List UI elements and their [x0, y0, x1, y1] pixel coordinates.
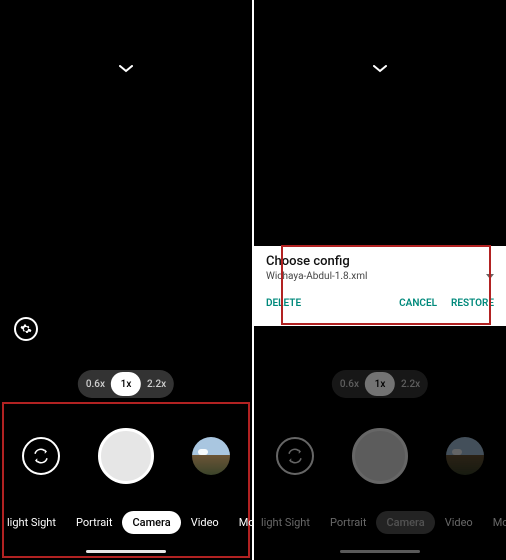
switch-camera-icon [286, 447, 304, 465]
delete-button[interactable]: DELETE [266, 298, 301, 309]
config-filename: Wichaya-Abdul-1.8.xml [266, 271, 367, 282]
zoom-option-0[interactable]: 0.6x [80, 372, 111, 396]
zoom-option-1[interactable]: 1x [111, 372, 141, 396]
nav-pill[interactable] [86, 550, 166, 553]
zoom-option-0[interactable]: 0.6x [334, 372, 365, 396]
mode-camera[interactable]: Camera [376, 511, 434, 534]
nav-pill[interactable] [340, 550, 420, 553]
bottom-controls: light Sight Portrait Camera Video More [0, 400, 252, 560]
settings-button[interactable] [14, 317, 38, 341]
switch-camera-button[interactable] [22, 437, 60, 475]
cancel-button[interactable]: CANCEL [399, 298, 437, 309]
zoom-option-2[interactable]: 2.2x [395, 372, 426, 396]
phone-left: 0.6x 1x 2.2x light Sight Portrait Camera… [0, 0, 252, 560]
switch-camera-icon [32, 447, 50, 465]
config-dropdown[interactable]: Wichaya-Abdul-1.8.xml [266, 271, 494, 282]
gallery-thumbnail[interactable] [192, 437, 230, 475]
mode-portrait[interactable]: Portrait [320, 511, 377, 534]
phone-right: Choose config Wichaya-Abdul-1.8.xml DELE… [254, 0, 506, 560]
mode-video[interactable]: Video [181, 511, 229, 534]
mode-night-sight[interactable]: light Sight [0, 511, 66, 534]
mode-video[interactable]: Video [435, 511, 483, 534]
restore-button[interactable]: RESTORE [451, 298, 494, 309]
mode-night-sight[interactable]: light Sight [251, 511, 320, 534]
zoom-selector[interactable]: 0.6x 1x 2.2x [78, 370, 174, 398]
shutter-button[interactable] [98, 428, 154, 484]
zoom-selector[interactable]: 0.6x 1x 2.2x [332, 370, 428, 398]
config-dialog: Choose config Wichaya-Abdul-1.8.xml DELE… [254, 246, 506, 326]
zoom-option-2[interactable]: 2.2x [141, 372, 172, 396]
zoom-option-1[interactable]: 1x [365, 372, 395, 396]
mode-more[interactable]: More [483, 511, 506, 534]
chevron-down-icon[interactable] [119, 63, 133, 75]
switch-camera-button[interactable] [276, 437, 314, 475]
gallery-thumbnail[interactable] [446, 437, 484, 475]
mode-portrait[interactable]: Portrait [66, 511, 123, 534]
shutter-row [0, 428, 252, 484]
shutter-row [254, 428, 506, 484]
mode-row[interactable]: light Sight Portrait Camera Video More [0, 511, 252, 534]
chevron-down-icon[interactable] [373, 63, 387, 75]
dialog-title: Choose config [266, 254, 494, 269]
shutter-button[interactable] [352, 428, 408, 484]
gear-icon [20, 323, 32, 335]
mode-row[interactable]: light Sight Portrait Camera Video More [254, 511, 506, 534]
bottom-controls: light Sight Portrait Camera Video More [254, 400, 506, 560]
dialog-actions: DELETE CANCEL RESTORE [266, 298, 494, 309]
mode-camera[interactable]: Camera [122, 511, 180, 534]
dropdown-triangle-icon [486, 274, 494, 279]
